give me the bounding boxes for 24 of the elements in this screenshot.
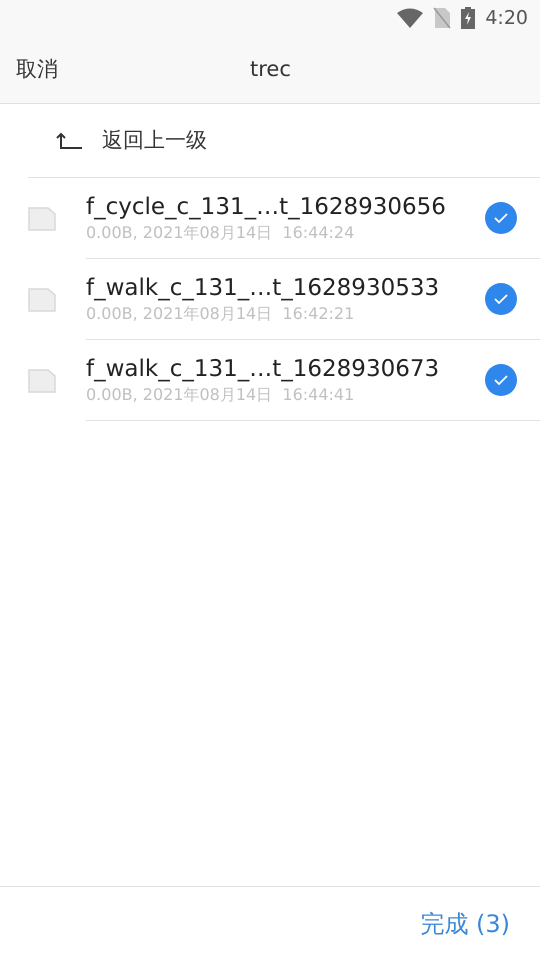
wifi-icon	[397, 8, 424, 28]
file-icon	[28, 368, 56, 392]
done-button[interactable]: 完成 (3)	[420, 906, 510, 942]
file-meta: 0.00B, 2021年08月14日 16:44:24	[86, 222, 356, 244]
file-meta: 0.00B, 2021年08月14日 16:44:41	[86, 384, 356, 406]
check-icon[interactable]	[485, 202, 517, 234]
return-arrow-icon	[56, 132, 82, 150]
folder-title: trec	[250, 56, 291, 83]
file-name: f_cycle_c_131_…t_1628930656	[86, 193, 447, 222]
battery-charging-icon	[461, 7, 476, 29]
file-meta: 0.00B, 2021年08月14日 16:42:21	[86, 303, 356, 325]
check-icon[interactable]	[485, 283, 517, 315]
check-icon[interactable]	[485, 364, 517, 396]
file-row[interactable]: f_walk_c_131_…t_1628930533 0.00B, 2021年08月14日 16:42:21	[0, 259, 540, 340]
file-row[interactable]: f_cycle_c_131_…t_1628930656 0.00B, 2021年08月14日 16:44:24	[0, 178, 540, 259]
file-icon	[28, 288, 56, 312]
file-name: f_walk_c_131_…t_1628930533	[86, 274, 440, 303]
no-sim-icon	[433, 7, 452, 29]
file-name: f_walk_c_131_…t_1628930673	[86, 355, 440, 384]
status-time: 4:20	[485, 6, 528, 31]
file-icon	[28, 206, 56, 230]
file-row[interactable]: f_walk_c_131_…t_1628930673 0.00B, 2021年08月14日 16:44:41	[0, 340, 540, 421]
cancel-button[interactable]: 取消	[0, 54, 66, 86]
parent-folder-button[interactable]: 返回上一级	[28, 104, 540, 178]
